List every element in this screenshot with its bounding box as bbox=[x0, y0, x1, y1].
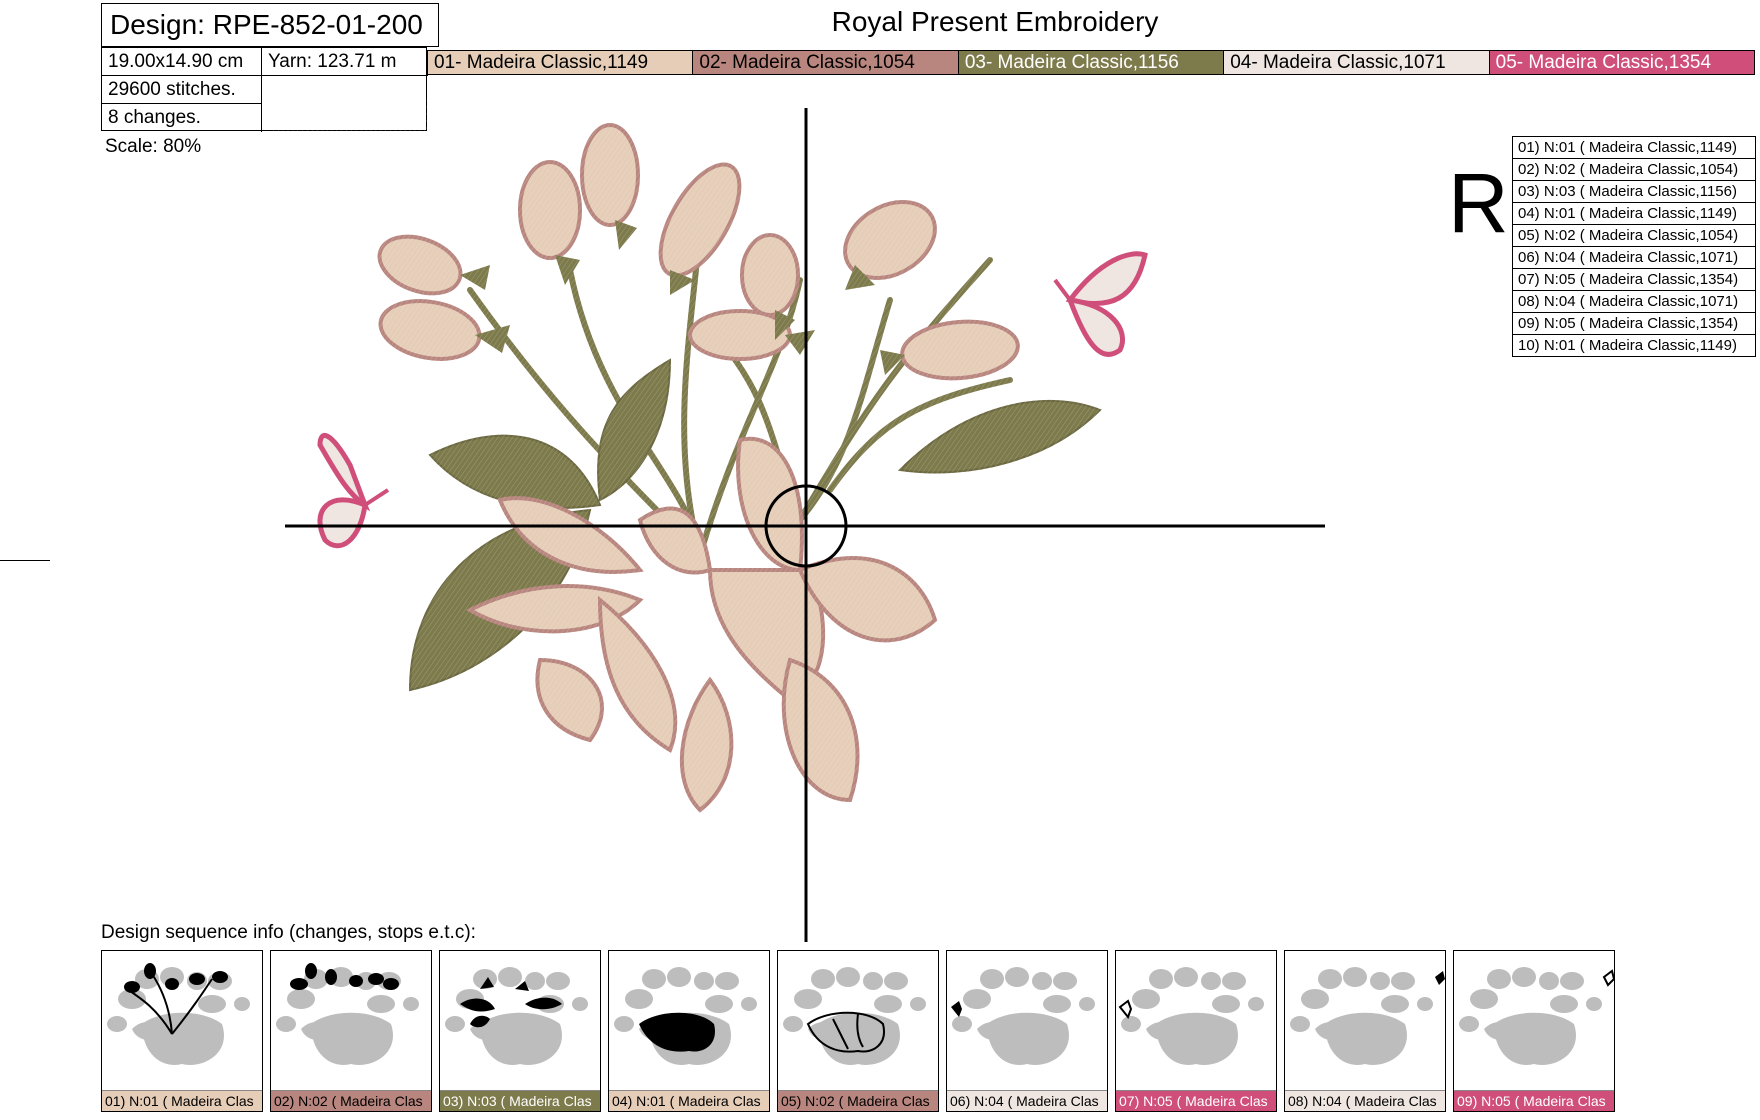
thumbnail-label: 07) N:05 ( Madeira Clas bbox=[1116, 1090, 1276, 1111]
stitch-count: 29600 stitches. bbox=[102, 76, 262, 104]
thumbnail-label: 05) N:02 ( Madeira Clas bbox=[778, 1090, 938, 1111]
thumbnail-preview bbox=[783, 967, 926, 1065]
thumbnail-preview bbox=[1118, 967, 1264, 1065]
thumbnail-preview bbox=[107, 963, 250, 1065]
sequence-item: 02) N:02 ( Madeira Classic,1054) bbox=[1513, 159, 1755, 181]
scale-label: Scale: 80% bbox=[105, 136, 202, 157]
thumbnail-preview bbox=[951, 967, 1095, 1065]
registration-mark: R bbox=[1448, 156, 1509, 250]
sequence-thumbnail: 03) N:03 ( Madeira Clas bbox=[439, 950, 601, 1112]
thread-color-1: 01- Madeira Classic,1149 bbox=[428, 51, 694, 74]
left-butterfly bbox=[317, 433, 390, 549]
design-size: 19.00x14.90 cm bbox=[102, 48, 262, 76]
sequence-item: 05) N:02 ( Madeira Classic,1054) bbox=[1513, 225, 1755, 247]
embroidery-preview bbox=[270, 100, 1330, 950]
sequence-thumbnail: 01) N:01 ( Madeira Clas bbox=[101, 950, 263, 1112]
sequence-thumbnail: 07) N:05 ( Madeira Clas bbox=[1115, 950, 1277, 1112]
thumbnail-preview bbox=[614, 967, 757, 1065]
sequence-item: 09) N:05 ( Madeira Classic,1354) bbox=[1513, 313, 1755, 335]
sequence-thumbnail: 04) N:01 ( Madeira Clas bbox=[608, 950, 770, 1112]
buds bbox=[377, 123, 1020, 381]
yarn-length: Yarn: 123.71 m bbox=[262, 48, 428, 76]
sequence-thumbnail: 05) N:02 ( Madeira Clas bbox=[777, 950, 939, 1112]
thread-color-4: 04- Madeira Classic,1071 bbox=[1224, 51, 1490, 74]
sequence-item: 01) N:01 ( Madeira Classic,1149) bbox=[1513, 137, 1755, 159]
center-crosshair bbox=[285, 108, 1325, 942]
sequence-thumbnail: 09) N:05 ( Madeira Clas bbox=[1453, 950, 1615, 1112]
color-sequence-list: 01) N:01 ( Madeira Classic,1149) 02) N:02… bbox=[1512, 136, 1756, 357]
sequence-thumbnail: 08) N:04 ( Madeira Clas bbox=[1284, 950, 1446, 1112]
thumbnail-label: 03) N:03 ( Madeira Clas bbox=[440, 1090, 600, 1111]
sequence-thumbnail: 02) N:02 ( Madeira Clas bbox=[270, 950, 432, 1112]
right-butterfly bbox=[1053, 251, 1148, 357]
sequence-item: 04) N:01 ( Madeira Classic,1149) bbox=[1513, 203, 1755, 225]
sequence-item: 03) N:03 ( Madeira Classic,1156) bbox=[1513, 181, 1755, 203]
sequence-item: 07) N:05 ( Madeira Classic,1354) bbox=[1513, 269, 1755, 291]
thread-color-2: 02- Madeira Classic,1054 bbox=[693, 51, 959, 74]
sequence-item: 06) N:04 ( Madeira Classic,1071) bbox=[1513, 247, 1755, 269]
thumbnail-preview bbox=[1459, 967, 1614, 1065]
sequence-item: 08) N:04 ( Madeira Classic,1071) bbox=[1513, 291, 1755, 313]
thumbnail-label: 08) N:04 ( Madeira Clas bbox=[1285, 1090, 1445, 1111]
sequence-thumbnail: 06) N:04 ( Madeira Clas bbox=[946, 950, 1108, 1112]
change-count: 8 changes. bbox=[102, 104, 262, 132]
margin-tick bbox=[0, 560, 50, 561]
thumbnail-label: 09) N:05 ( Madeira Clas bbox=[1454, 1090, 1614, 1111]
thumbnail-label: 06) N:04 ( Madeira Clas bbox=[947, 1090, 1107, 1111]
sequence-title: Design sequence info (changes, stops e.t… bbox=[101, 922, 476, 943]
thumbnail-preview bbox=[1290, 967, 1445, 1065]
thread-color-5: 05- Madeira Classic,1354 bbox=[1489, 51, 1755, 74]
thumbnail-label: 04) N:01 ( Madeira Clas bbox=[609, 1090, 769, 1111]
company-name: Royal Present Embroidery bbox=[831, 6, 1159, 37]
thread-color-bar: 01- Madeira Classic,1149 02- Madeira Clas… bbox=[427, 50, 1755, 75]
thumbnail-preview bbox=[445, 967, 588, 1065]
thumbnail-label: 01) N:01 ( Madeira Clas bbox=[102, 1090, 262, 1111]
thumbnail-preview bbox=[276, 963, 419, 1065]
thread-color-3: 03- Madeira Classic,1156 bbox=[958, 51, 1225, 74]
thumbnail-label: 02) N:02 ( Madeira Clas bbox=[271, 1090, 431, 1111]
sequence-item: 10) N:01 ( Madeira Classic,1149) bbox=[1518, 337, 1737, 354]
